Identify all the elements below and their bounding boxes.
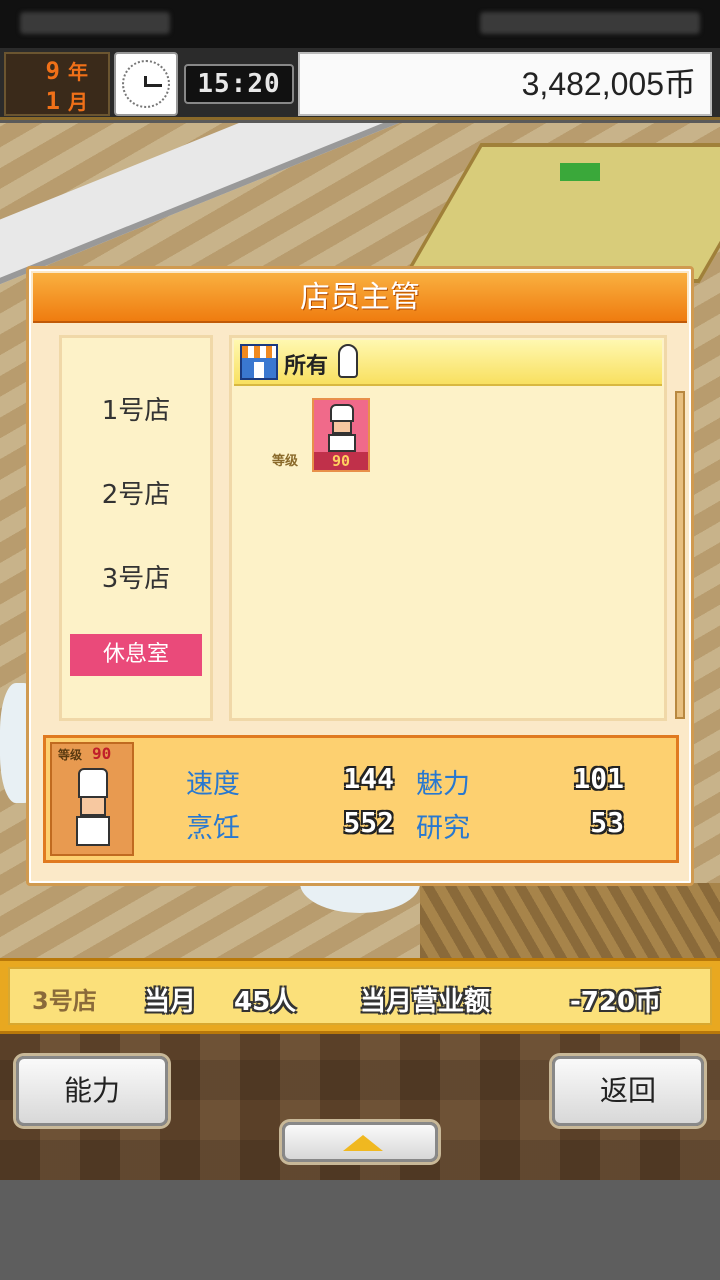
dialog-title: 店员主管 (33, 273, 687, 323)
speed-value: 144 (343, 762, 394, 795)
month-number: 1 (45, 87, 60, 115)
portrait-level: 90 (92, 744, 112, 763)
chef-portrait-icon (76, 768, 112, 848)
store-info-bar: 3号店 当月 45人 当月营业额 -720币 (0, 958, 720, 1034)
ability-button[interactable]: 能力 (16, 1056, 168, 1126)
charm-value: 101 (573, 762, 624, 795)
monthly-sales-value: -720币 (570, 987, 662, 1017)
staff-manager-dialog: 店员主管 1号店 2号店 3号店 休息室 所有 等级 90 等级 90 速度 1… (26, 266, 694, 886)
shop-icon (240, 344, 278, 380)
staff-detail-panel: 等级 90 速度 144 魅力 101 烹饪 552 研究 53 (43, 735, 679, 863)
monthly-sales-label: 当月营业额 (360, 987, 491, 1017)
expand-up-button[interactable] (282, 1122, 438, 1162)
portrait-level-label: 等级 (58, 748, 83, 762)
time-display: 15:20 (184, 64, 294, 104)
filter-header[interactable]: 所有 (234, 340, 662, 386)
store-tab-1[interactable]: 1号店 (62, 390, 210, 427)
filter-all-label[interactable]: 所有 (284, 348, 328, 380)
charm-label: 魅力 (416, 769, 470, 800)
store-tab-2[interactable]: 2号店 (62, 474, 210, 511)
speed-label: 速度 (186, 769, 240, 800)
staff-panel: 所有 等级 90 (229, 335, 667, 721)
clock-icon (114, 52, 178, 116)
store-tab-3[interactable]: 3号店 (62, 558, 210, 595)
bottom-empty-area (0, 1180, 720, 1280)
status-left-blurred (20, 12, 170, 34)
top-hud: 9年 1月 15:20 3,482,005币 (0, 48, 720, 120)
visitor-count: 45人 (234, 987, 297, 1017)
year-unit: 年 (68, 60, 88, 84)
money-display: 3,482,005币 (298, 52, 712, 116)
calendar-display: 9年 1月 (4, 52, 110, 116)
system-status-bar (0, 0, 720, 48)
status-right-blurred (480, 12, 700, 34)
store-list: 1号店 2号店 3号店 休息室 (59, 335, 213, 721)
staff-card[interactable]: 90 (312, 398, 370, 472)
staff-portrait: 等级 90 (50, 742, 134, 856)
rest-room-tab[interactable]: 休息室 (70, 634, 202, 676)
cooking-value: 552 (343, 806, 394, 839)
staff-level: 90 (314, 452, 368, 470)
current-store: 3号店 (32, 987, 97, 1015)
bottom-controls: 能力 返回 (0, 1034, 720, 1180)
month-unit: 月 (68, 90, 88, 114)
scrollbar[interactable] (675, 391, 685, 719)
up-arrow-icon (343, 1135, 383, 1151)
staff-level-label: 等级 (272, 454, 299, 469)
research-value: 53 (590, 806, 624, 839)
month-label: 当月 (144, 987, 197, 1017)
back-button[interactable]: 返回 (552, 1056, 704, 1126)
pointer-hand-icon (338, 344, 358, 378)
year-number: 9 (45, 57, 60, 85)
research-label: 研究 (416, 813, 470, 844)
cooking-label: 烹饪 (186, 813, 240, 844)
chef-sprite-icon (328, 404, 356, 452)
